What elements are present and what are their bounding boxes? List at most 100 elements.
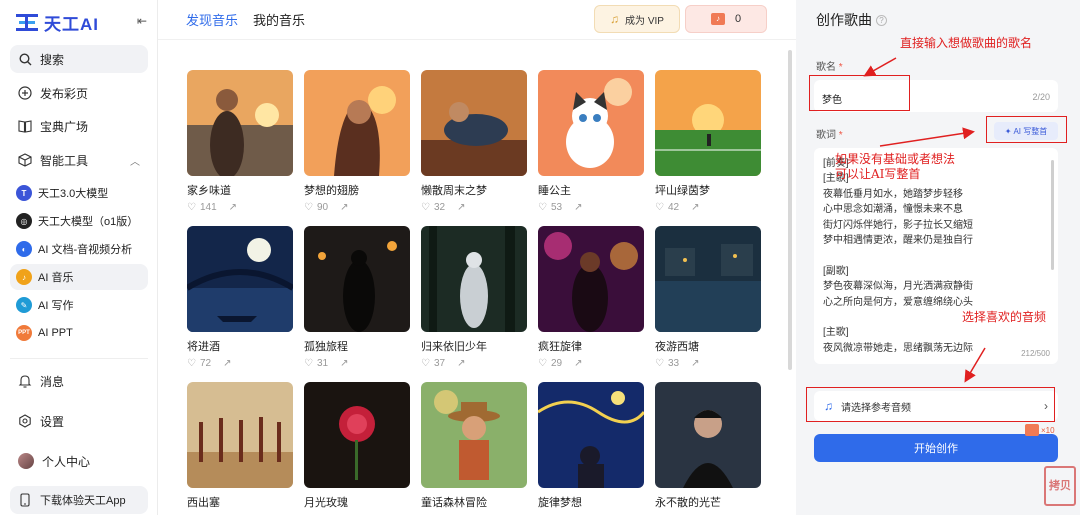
song-cover-image[interactable] [655,70,761,176]
song-title[interactable]: 将进酒 [187,338,293,354]
share-icon[interactable]: ↗ [574,358,582,369]
song-cover-image[interactable] [421,70,527,176]
sidebar-item-ai-music[interactable]: ♪ AI 音乐 [10,264,148,290]
help-icon[interactable]: ? [876,14,887,26]
sidebar-item-tiangong-o1[interactable]: ◎ 天工大模型（o1版） [10,208,148,234]
song-cover-image[interactable] [187,70,293,176]
points-icon [1025,424,1039,436]
search-button[interactable]: 搜索 [10,45,148,73]
song-title[interactable]: 月光玫瑰 [304,494,410,510]
lyrics-scrollbar[interactable] [1051,160,1054,270]
chevron-up-icon: ︿ [130,156,140,168]
start-create-button[interactable]: 开始创作 [814,434,1058,462]
song-card[interactable]: 旋律梦想 [538,382,644,510]
lyrics-label: 歌词 * [816,126,843,141]
share-icon[interactable]: ↗ [691,358,699,369]
sidebar-item-ai-writing[interactable]: ✎ AI 写作 [10,292,148,318]
song-cover-image[interactable] [304,70,410,176]
share-icon[interactable]: ↗ [340,202,348,213]
annotation-box-ai-write [986,116,1067,143]
song-card[interactable]: 坪山绿茵梦 ♡ 42 ↗ [655,70,761,213]
sidebar-item-tools[interactable]: 智能工具 ︿ [10,147,148,173]
song-title[interactable]: 家乡味道 [187,182,293,198]
share-icon[interactable]: ↗ [340,358,348,369]
heart-icon[interactable]: ♡ [538,358,547,369]
song-cover-image[interactable] [304,382,410,488]
song-card[interactable]: 家乡味道 ♡ 141 ↗ [187,70,293,213]
share-icon[interactable]: ↗ [574,202,582,213]
annotation-box-song-name [809,75,910,111]
sidebar-item-library[interactable]: 宝典广场 [10,113,148,139]
song-cover-image[interactable] [538,70,644,176]
song-title[interactable]: 归来依旧少年 [421,338,527,354]
song-cover-image[interactable] [538,226,644,332]
heart-icon[interactable]: ♡ [304,358,313,369]
collapse-sidebar-icon[interactable]: ⇤ [137,14,147,28]
song-cover-image[interactable] [304,226,410,332]
song-cover-image[interactable] [187,382,293,488]
sidebar-item-profile[interactable]: 个人中心 [10,448,148,474]
song-cover-image[interactable] [655,226,761,332]
sidebar-item-doc-analysis[interactable]: ◐ AI 文档-音视频分析 [10,236,148,262]
sidebar-item-ai-ppt[interactable]: PPT AI PPT [10,320,148,346]
points-button[interactable]: ♪ 0 [685,5,767,33]
sidebar-item-tiangong-3[interactable]: T 天工3.0大模型 [10,180,148,206]
tab-discover[interactable]: 发现音乐 [186,10,238,29]
become-vip-button[interactable]: ♫ 成为 VIP [594,5,680,33]
search-icon [18,52,32,66]
song-title[interactable]: 孤独旅程 [304,338,410,354]
song-card[interactable]: 西出塞 [187,382,293,510]
sidebar-item-publish[interactable]: 发布彩页 [10,80,148,106]
song-card[interactable]: 懒散周末之梦 ♡ 32 ↗ [421,70,527,213]
heart-icon[interactable]: ♡ [538,202,547,213]
song-title[interactable]: 梦想的翅膀 [304,182,410,198]
heart-icon[interactable]: ♡ [421,202,430,213]
sidebar-item-settings[interactable]: 设置 [10,408,148,434]
song-title[interactable]: 童话森林冒险 [421,494,527,510]
heart-icon[interactable]: ♡ [187,202,196,213]
heart-icon[interactable]: ♡ [421,358,430,369]
logo[interactable]: 天工AI [16,10,99,35]
song-card[interactable]: 月光玫瑰 [304,382,410,510]
song-title[interactable]: 睡公主 [538,182,644,198]
heart-icon[interactable]: ♡ [187,358,196,369]
song-title[interactable]: 西出塞 [187,494,293,510]
share-icon[interactable]: ↗ [229,202,237,213]
lyrics-content: [前奏] [主歌] 夜幕低垂月如水，她踏梦步轻移 心中思念如潮涌，憧憬未来不息 … [823,158,973,354]
main-scrollbar[interactable] [788,50,792,370]
song-cover-image[interactable] [421,226,527,332]
song-card[interactable]: 梦想的翅膀 ♡ 90 ↗ [304,70,410,213]
download-app-label: 下载体验天工App [40,495,126,507]
song-cover-image[interactable] [187,226,293,332]
song-card[interactable]: 永不散的光芒 [655,382,761,510]
share-icon[interactable]: ↗ [457,358,465,369]
song-card[interactable]: 孤独旅程 ♡ 31 ↗ [304,226,410,369]
heart-icon[interactable]: ♡ [655,358,664,369]
song-title[interactable]: 旋律梦想 [538,494,644,510]
song-card[interactable]: 将进酒 ♡ 72 ↗ [187,226,293,369]
sidebar-item-messages[interactable]: 消息 [10,368,148,394]
song-card[interactable]: 童话森林冒险 [421,382,527,510]
heart-icon[interactable]: ♡ [655,202,664,213]
share-icon[interactable]: ↗ [457,202,465,213]
song-title[interactable]: 夜游西塘 [655,338,761,354]
download-app-button[interactable]: 下载体验天工App [10,486,148,514]
tab-my-music[interactable]: 我的音乐 [253,10,305,29]
song-title[interactable]: 永不散的光芒 [655,494,761,510]
song-card[interactable]: 睡公主 ♡ 53 ↗ [538,70,644,213]
song-card[interactable]: 归来依旧少年 ♡ 37 ↗ [421,226,527,369]
song-title[interactable]: 疯狂旋律 [538,338,644,354]
song-title[interactable]: 懒散周末之梦 [421,182,527,198]
song-title[interactable]: 坪山绿茵梦 [655,182,761,198]
song-card[interactable]: 夜游西塘 ♡ 33 ↗ [655,226,761,369]
song-cover-image[interactable] [538,382,644,488]
points-count: 0 [734,13,742,25]
song-name-label-text: 歌名 [816,62,836,73]
song-cover-image[interactable] [421,382,527,488]
heart-icon[interactable]: ♡ [304,202,313,213]
analysis-icon: ◐ [16,241,32,257]
song-card[interactable]: 疯狂旋律 ♡ 29 ↗ [538,226,644,369]
song-cover-image[interactable] [655,382,761,488]
share-icon[interactable]: ↗ [691,202,699,213]
share-icon[interactable]: ↗ [223,358,231,369]
